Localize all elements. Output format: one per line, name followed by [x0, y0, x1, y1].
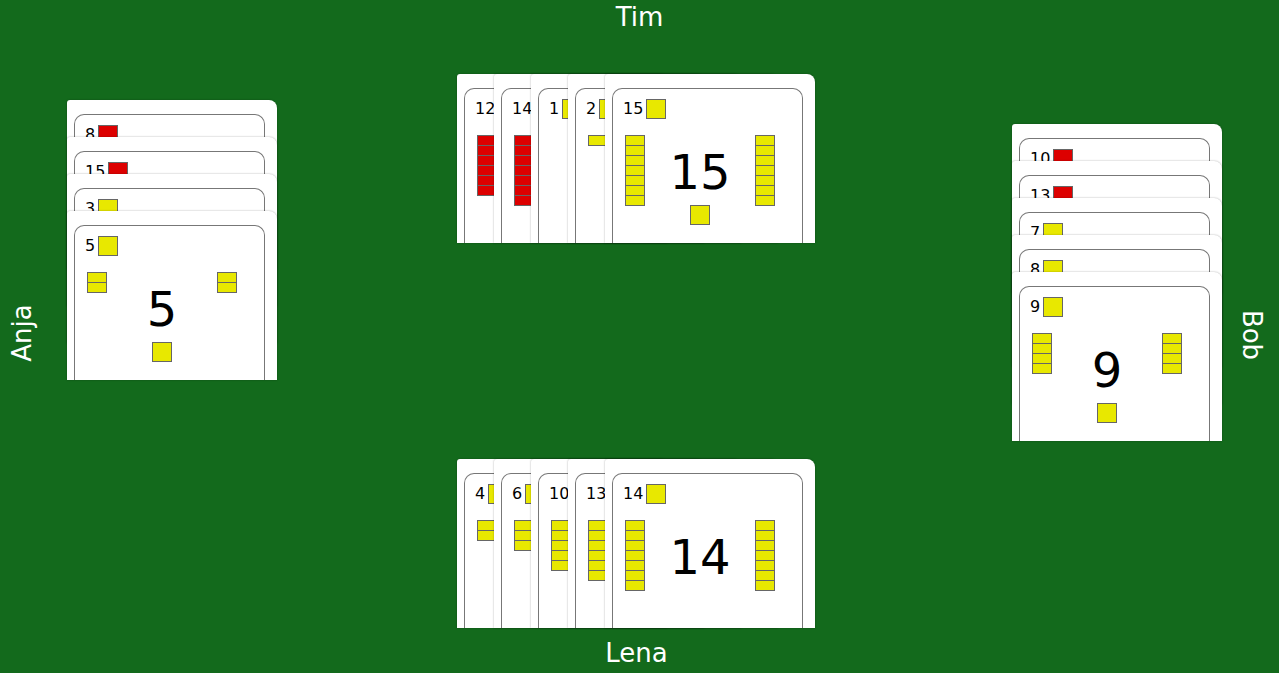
card-center: 14 [645, 520, 755, 591]
card-body: 14 [613, 520, 802, 591]
card-value: 1 [549, 99, 559, 119]
card-value: 15 [623, 99, 643, 119]
player-area: 4 6 10 13 14 14 [457, 459, 815, 628]
hand: 815355 [67, 100, 277, 380]
card-body: 15 [613, 135, 802, 225]
card-big-value: 5 [147, 281, 178, 337]
card-body: 5 [75, 272, 264, 362]
hand: 4 6 10 13 14 14 [457, 459, 815, 628]
card-value: 4 [475, 484, 485, 504]
hand: 10137899 [1012, 124, 1222, 441]
suit-icon [1043, 297, 1063, 317]
card-value: 14 [512, 99, 532, 119]
pip [87, 282, 107, 293]
pip-column [625, 520, 645, 591]
player-area: 1214121515 [457, 74, 815, 243]
player-label: Anja [6, 304, 38, 361]
card-header: 14 [613, 474, 802, 504]
player-area: 815355 [67, 100, 277, 380]
card-big-value: 15 [669, 144, 730, 200]
card-body: 9 [1020, 333, 1209, 423]
game-table: Tim1214121515Anja815355Bob10137899461013… [0, 0, 1279, 673]
card-value: 5 [85, 236, 95, 256]
pip [625, 195, 645, 206]
pip [755, 195, 775, 206]
pip [1162, 363, 1182, 374]
player-area: Anja [0, 313, 44, 353]
card-face: 55 [74, 225, 265, 380]
card-value: 9 [1030, 297, 1040, 317]
card-header: 15 [613, 89, 802, 119]
card-big-value: 9 [1092, 342, 1123, 398]
pip-column [625, 135, 645, 225]
card-value: 13 [586, 484, 606, 504]
pip-column [755, 520, 775, 591]
card-face: 1515 [612, 88, 803, 243]
player-label: Lena [0, 637, 1273, 669]
card-center: 15 [645, 135, 755, 225]
pip [755, 580, 775, 591]
card[interactable]: 55 [67, 211, 277, 380]
card-header: 9 [1020, 287, 1209, 317]
card-big-value: 14 [669, 529, 730, 585]
card-value: 14 [623, 484, 643, 504]
hand: 1214121515 [457, 74, 815, 243]
player-label: Bob [1236, 310, 1268, 360]
suit-icon [646, 99, 666, 119]
card-center: 9 [1052, 333, 1162, 423]
card-center: 5 [107, 272, 217, 362]
player-area: Bob [1230, 315, 1274, 355]
suit-icon [646, 484, 666, 504]
card-value: 2 [586, 99, 596, 119]
pip [625, 580, 645, 591]
pip [1097, 403, 1117, 423]
card-header: 5 [75, 226, 264, 256]
pip [152, 342, 172, 362]
player-label: Tim [0, 1, 1279, 33]
pip-column [87, 272, 107, 362]
card-face: 14 14 [612, 473, 803, 628]
suit-icon [98, 236, 118, 256]
pip-column [755, 135, 775, 225]
player-area: 10137899 [1012, 124, 1222, 441]
pip [1032, 363, 1052, 374]
card[interactable]: 99 [1012, 272, 1222, 441]
pip-column [217, 272, 237, 362]
pip [690, 205, 710, 225]
card[interactable]: 1515 [605, 74, 815, 243]
card[interactable]: 14 14 [605, 459, 815, 628]
card-value: 12 [475, 99, 495, 119]
pip-column [1162, 333, 1182, 423]
card-value: 6 [512, 484, 522, 504]
card-value: 10 [549, 484, 569, 504]
pip [217, 282, 237, 293]
pip-column [1032, 333, 1052, 423]
card-face: 99 [1019, 286, 1210, 441]
